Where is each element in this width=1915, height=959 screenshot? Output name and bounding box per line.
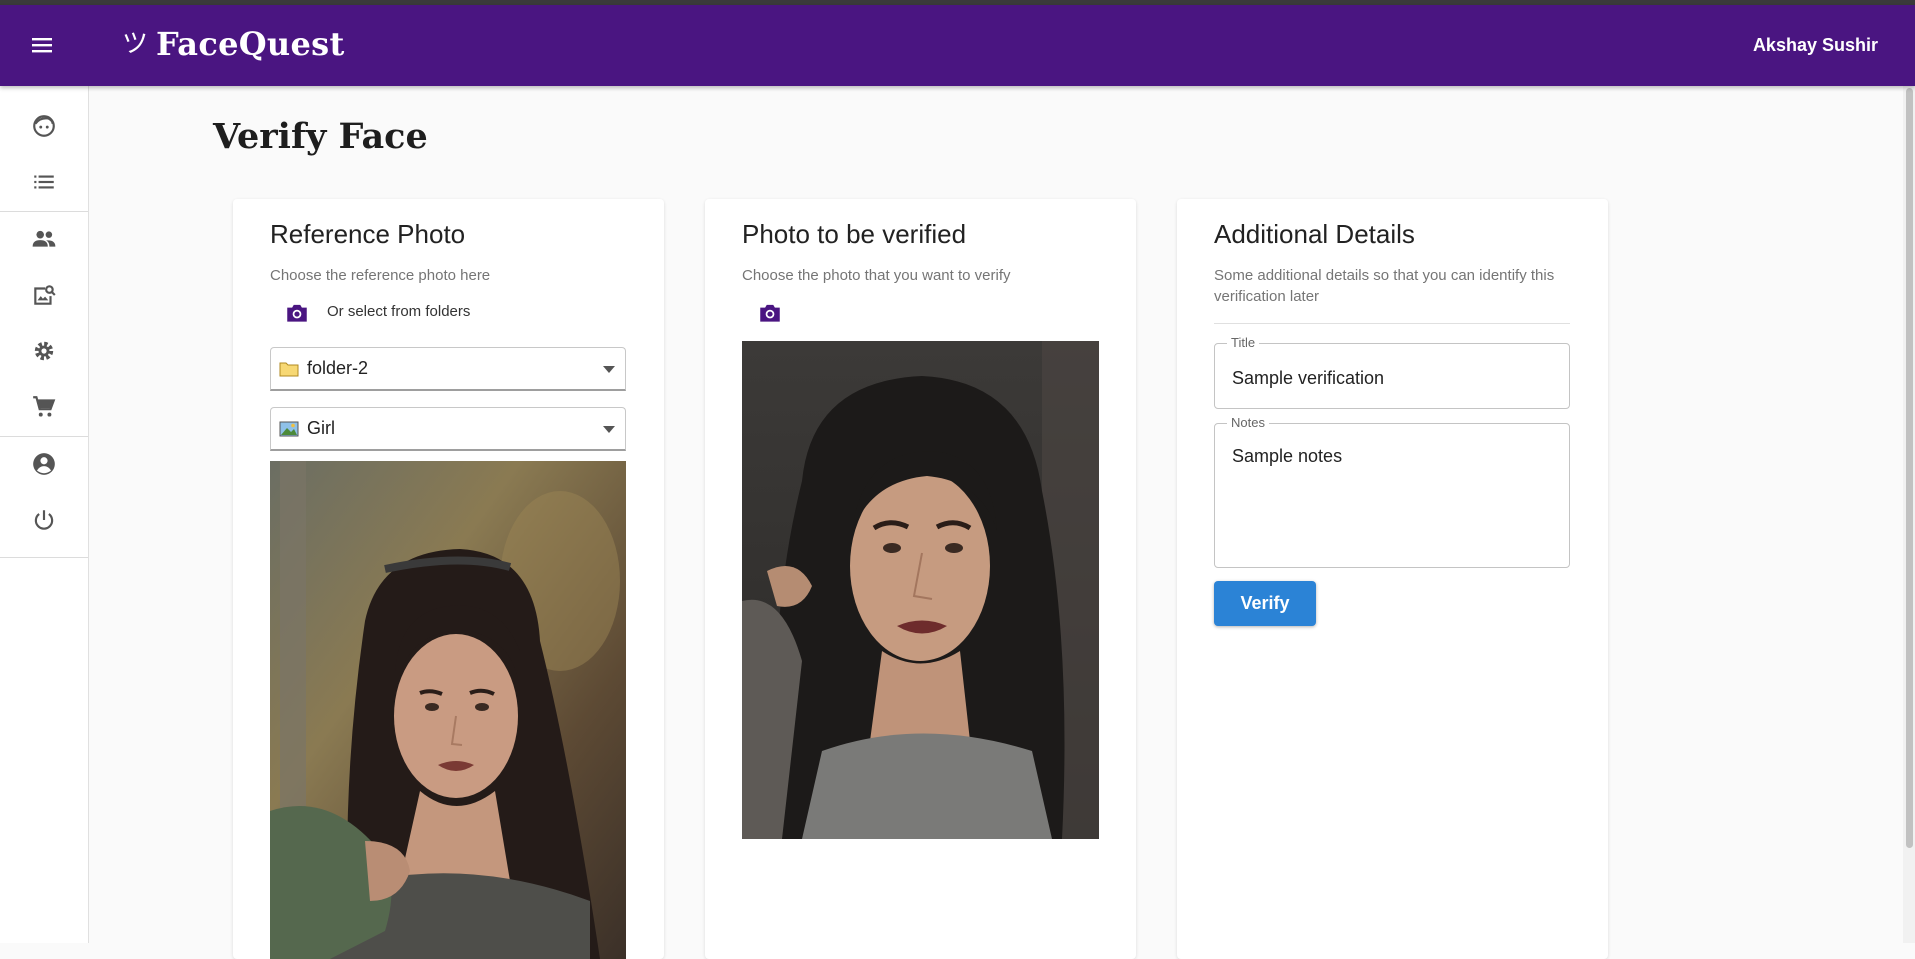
title-field-label: Title [1227,335,1260,350]
sidebar-item-account[interactable] [0,440,88,488]
verify-photo-card: Photo to be verified Choose the photo th… [705,199,1136,959]
settings-icon [34,341,54,361]
sidebar [0,86,89,943]
notes-field[interactable]: Notes Sample notes [1214,415,1570,568]
card-subtitle: Choose the reference photo here [270,267,491,284]
page-scrollbar[interactable] [1903,86,1915,943]
scrollbar-thumb[interactable] [1906,88,1913,848]
list-icon [34,175,54,189]
chevron-down-icon [603,426,615,433]
app-bar: ツ FaceQuest Akshay Sushir [0,5,1915,86]
power-icon [34,510,54,530]
select-from-folders-link[interactable]: Or select from folders [327,303,470,320]
photo-to-verify [742,341,1099,839]
sidebar-item-face[interactable] [0,102,88,150]
image-select-value: Girl [307,418,335,438]
folder-select-value: folder-2 [307,358,369,378]
notes-field-label: Notes [1227,415,1269,430]
title-field[interactable]: Title [1214,335,1570,409]
app-logo[interactable]: ツ FaceQuest [122,25,345,63]
account-icon [33,453,55,475]
card-title: Photo to be verified [742,219,967,249]
app-name: FaceQuest [156,25,345,63]
sidebar-item-settings[interactable] [0,327,88,375]
sidebar-item-image-search[interactable] [0,271,88,319]
card-title: Reference Photo [270,219,466,249]
people-icon [32,230,56,247]
section-divider [1214,323,1570,324]
sidebar-item-cart[interactable] [0,383,88,431]
menu-icon[interactable] [28,33,56,57]
sidebar-divider [0,211,88,212]
camera-icon[interactable] [757,300,783,326]
reference-photo [270,461,626,959]
verify-button[interactable]: Verify [1214,581,1316,626]
folder-icon [279,362,299,376]
reference-photo-card: Reference Photo Choose the reference pho… [233,199,664,959]
sidebar-divider [0,436,88,437]
image-select[interactable]: Girl [270,407,626,451]
user-name[interactable]: Akshay Sushir [1753,35,1878,56]
page-title: Verify Face [213,116,428,157]
logo-mark-icon: ツ [122,29,149,59]
card-subtitle: Choose the photo that you want to verify [742,267,1011,284]
folder-select[interactable]: folder-2 [270,347,626,391]
card-subtitle: Some additional details so that you can … [1214,267,1555,305]
sidebar-item-people[interactable] [0,215,88,263]
sidebar-item-logout[interactable] [0,496,88,544]
camera-icon[interactable] [284,300,310,326]
sidebar-divider [0,557,88,558]
chevron-down-icon [603,366,615,373]
sidebar-item-list[interactable] [0,158,88,206]
cart-icon [33,396,56,417]
additional-details-card: Additional Details Some additional detai… [1177,199,1608,959]
title-input[interactable] [1232,368,1552,389]
image-icon [279,421,299,436]
notes-textarea[interactable]: Sample notes [1232,446,1552,566]
image-search-icon [34,285,56,305]
card-title: Additional Details [1214,219,1415,249]
face-icon [33,115,55,137]
